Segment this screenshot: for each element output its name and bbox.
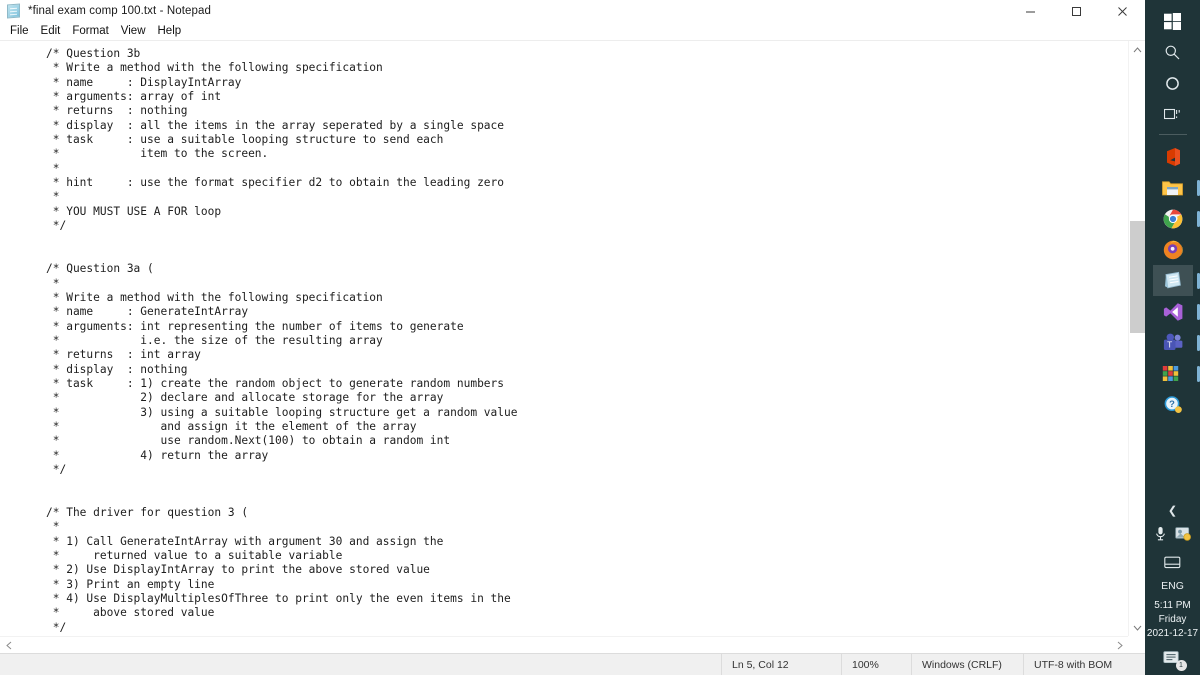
menu-file[interactable]: File bbox=[4, 24, 35, 38]
winrar-icon[interactable] bbox=[1153, 358, 1200, 389]
horizontal-scrollbar[interactable] bbox=[0, 636, 1128, 653]
title-bar[interactable]: *final exam comp 100.txt - Notepad bbox=[0, 0, 1145, 22]
text-editor-area[interactable]: /* Question 3b * Write a method with the… bbox=[0, 40, 1145, 653]
taskbar-divider bbox=[1158, 134, 1187, 135]
scroll-right-arrow[interactable] bbox=[1111, 637, 1128, 653]
close-button[interactable] bbox=[1099, 0, 1145, 22]
clock-date: 2021-12-17 bbox=[1146, 628, 1199, 639]
microsoft-teams-icon[interactable]: T bbox=[1153, 327, 1200, 358]
cortana-icon[interactable] bbox=[1153, 68, 1193, 99]
window-title: *final exam comp 100.txt - Notepad bbox=[28, 5, 212, 17]
text-editor-content[interactable]: /* Question 3b * Write a method with the… bbox=[46, 47, 1123, 635]
visual-studio-icon[interactable] bbox=[1153, 296, 1200, 327]
clock-time: 5:11 PM bbox=[1154, 600, 1191, 611]
menu-bar: File Edit Format View Help bbox=[0, 22, 1145, 40]
help-icon[interactable]: ? bbox=[1153, 389, 1193, 420]
menu-format[interactable]: Format bbox=[66, 24, 114, 38]
tray-icon-row bbox=[1145, 523, 1200, 549]
vertical-scroll-track[interactable] bbox=[1129, 58, 1145, 619]
notification-center-button[interactable]: 1 bbox=[1145, 645, 1200, 671]
notification-center-icon[interactable]: 1 bbox=[1160, 646, 1187, 671]
task-view-icon[interactable] bbox=[1153, 99, 1193, 130]
scroll-left-arrow[interactable] bbox=[0, 637, 17, 653]
system-tray: ❮ ENG 5:11 PM Friday 2021-12-17 1 bbox=[1145, 497, 1200, 675]
vertical-scroll-thumb[interactable] bbox=[1130, 221, 1145, 333]
notification-badge: 1 bbox=[1175, 660, 1187, 671]
office-icon[interactable] bbox=[1153, 141, 1193, 172]
scroll-up-arrow[interactable] bbox=[1129, 41, 1145, 58]
window-controls bbox=[1007, 0, 1145, 22]
minimize-button[interactable] bbox=[1007, 0, 1053, 22]
language-indicator[interactable]: ENG bbox=[1145, 575, 1200, 597]
start-button[interactable] bbox=[1153, 6, 1193, 37]
menu-edit[interactable]: Edit bbox=[35, 24, 67, 38]
screen: *final exam comp 100.txt - Notepad File … bbox=[0, 0, 1200, 675]
clock[interactable]: 5:11 PM Friday 2021-12-17 bbox=[1145, 597, 1200, 645]
status-encoding[interactable]: UTF-8 with BOM bbox=[1023, 653, 1145, 675]
status-cursor-position[interactable]: Ln 5, Col 12 bbox=[721, 653, 841, 675]
svg-text:T: T bbox=[1167, 339, 1172, 349]
notepad-icon bbox=[6, 3, 22, 19]
status-line-ending[interactable]: Windows (CRLF) bbox=[911, 653, 1023, 675]
firefox-icon[interactable] bbox=[1153, 234, 1193, 265]
vertical-scrollbar[interactable] bbox=[1128, 41, 1145, 636]
maximize-button[interactable] bbox=[1053, 0, 1099, 22]
chrome-icon[interactable] bbox=[1153, 203, 1200, 234]
show-hidden-icons-chevron[interactable]: ❮ bbox=[1145, 497, 1200, 523]
file-explorer-icon[interactable] bbox=[1153, 172, 1200, 203]
scroll-down-arrow[interactable] bbox=[1129, 619, 1145, 636]
notepad-window: *final exam comp 100.txt - Notepad File … bbox=[0, 0, 1145, 675]
security-notification-icon[interactable] bbox=[1175, 526, 1191, 546]
notepad-icon[interactable] bbox=[1152, 265, 1200, 296]
taskbar: T ? ❮ ENG 5:11 PM Friday 2021-12-17 1 bbox=[1145, 0, 1200, 675]
display-icon[interactable] bbox=[1145, 549, 1200, 575]
status-bar: Ln 5, Col 12 100% Windows (CRLF) UTF-8 w… bbox=[0, 653, 1145, 675]
svg-text:?: ? bbox=[1169, 398, 1175, 409]
clock-day: Friday bbox=[1158, 614, 1187, 625]
search-icon[interactable] bbox=[1153, 37, 1193, 68]
status-zoom-level[interactable]: 100% bbox=[841, 653, 911, 675]
microphone-icon[interactable] bbox=[1154, 526, 1167, 546]
menu-view[interactable]: View bbox=[115, 24, 152, 38]
menu-help[interactable]: Help bbox=[152, 24, 188, 38]
